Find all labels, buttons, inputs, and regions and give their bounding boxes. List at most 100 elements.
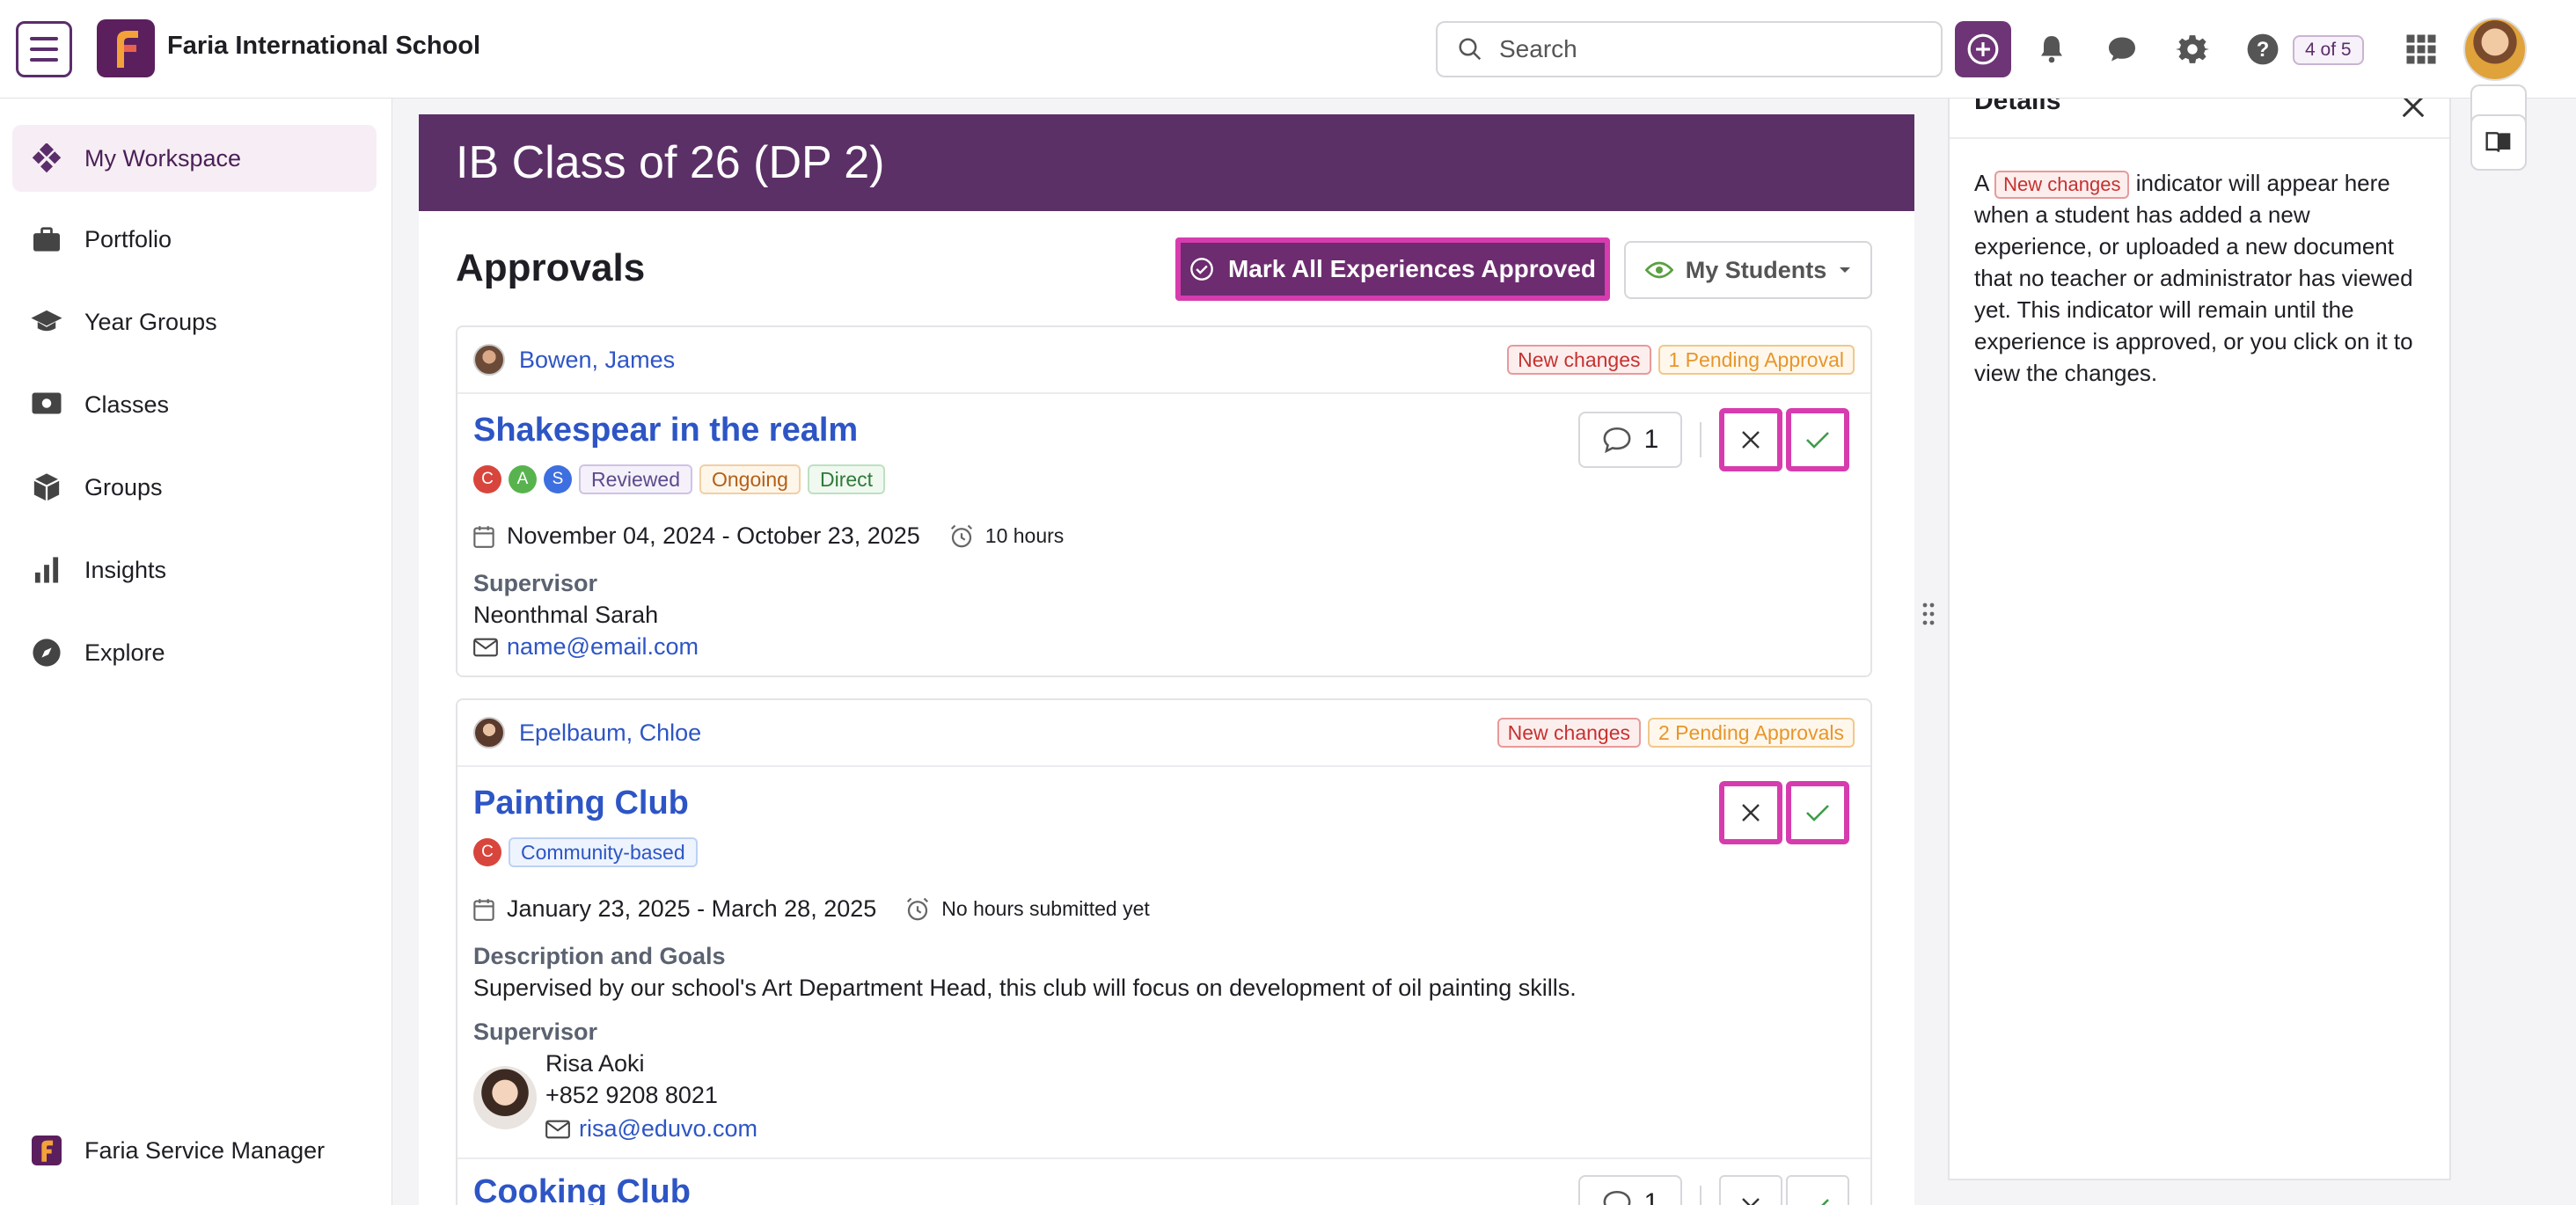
calendar-icon bbox=[473, 898, 494, 921]
comments-button[interactable]: 1 bbox=[1578, 412, 1682, 468]
comments-button[interactable]: 1 bbox=[1578, 1175, 1682, 1205]
page-counter[interactable]: 4 of 5 bbox=[2293, 35, 2364, 65]
reject-button[interactable] bbox=[1719, 781, 1782, 844]
plus-circle-icon bbox=[1967, 33, 1999, 65]
supervisor-email[interactable]: risa@eduvo.com bbox=[545, 1115, 757, 1143]
sidebar-item-label: My Workspace bbox=[84, 144, 242, 172]
panel-resize-handle[interactable] bbox=[1921, 602, 1936, 626]
gear-icon bbox=[2176, 35, 2209, 63]
email-link[interactable]: risa@eduvo.com bbox=[579, 1115, 757, 1143]
alarm-clock-icon bbox=[907, 897, 929, 920]
mail-icon bbox=[545, 1120, 570, 1138]
details-panel: Details A New changes indicator will app… bbox=[1948, 99, 2451, 1180]
sidebar-footer-label: Faria Service Manager bbox=[84, 1136, 326, 1164]
mark-all-label: Mark All Experiences Approved bbox=[1227, 255, 1597, 282]
mail-icon bbox=[473, 638, 498, 656]
faria-logo[interactable] bbox=[97, 19, 155, 77]
divider bbox=[1700, 422, 1701, 457]
workspace-icon bbox=[30, 142, 63, 175]
search-input[interactable]: Search bbox=[1436, 21, 1943, 77]
divider bbox=[1700, 1186, 1701, 1205]
reject-button[interactable] bbox=[1719, 1175, 1782, 1205]
creativity-dot: C bbox=[473, 838, 501, 866]
guide-book-button[interactable] bbox=[2470, 114, 2527, 171]
faria-small-logo bbox=[30, 1134, 63, 1167]
sidebar-item-label: Year Groups bbox=[84, 308, 217, 335]
sidebar-item-label: Insights bbox=[84, 556, 167, 583]
experience-tags: C A S Reviewed Ongoing Direct bbox=[473, 464, 886, 494]
sidebar-item-classes[interactable]: Classes bbox=[12, 371, 377, 438]
date-row: January 23, 2025 - March 28, 2025 No hou… bbox=[473, 895, 1150, 923]
top-bar: Faria International School Search ? 4 of… bbox=[0, 0, 2576, 99]
help-button[interactable]: ? bbox=[2240, 26, 2286, 72]
messages-button[interactable] bbox=[2099, 26, 2145, 72]
details-text: A New changes indicator will appear here… bbox=[1974, 167, 2432, 389]
chat-bubble-icon bbox=[2109, 37, 2135, 62]
sidebar-footer-service-manager[interactable]: Faria Service Manager bbox=[12, 1117, 377, 1184]
notifications-button[interactable] bbox=[2029, 26, 2075, 72]
mark-all-approved-button[interactable]: Mark All Experiences Approved bbox=[1175, 237, 1610, 301]
check-icon bbox=[1821, 1199, 1829, 1205]
experience-tags: C Community-based bbox=[473, 837, 698, 867]
comment-count: 1 bbox=[1643, 425, 1659, 454]
card-header: Epelbaum, Chloe New changes 2 Pending Ap… bbox=[457, 700, 1870, 767]
check-icon bbox=[1806, 805, 1829, 822]
add-button[interactable] bbox=[1955, 21, 2011, 77]
sidebar-item-explore[interactable]: Explore bbox=[12, 619, 377, 686]
type-tag: Direct bbox=[807, 464, 886, 494]
check-circle-icon bbox=[1190, 258, 1213, 281]
details-title: Details bbox=[1974, 99, 2061, 115]
bell-icon bbox=[2041, 36, 2062, 63]
approval-card: Bowen, James New changes 1 Pending Appro… bbox=[456, 325, 1872, 677]
experience-title-link[interactable]: Shakespear in the realm bbox=[473, 412, 858, 449]
sidebar-item-my-workspace[interactable]: My Workspace bbox=[12, 125, 377, 192]
student-avatar bbox=[473, 717, 505, 749]
menu-icon-line bbox=[30, 58, 58, 62]
creativity-dot: C bbox=[473, 465, 501, 493]
date-row: November 04, 2024 - October 23, 2025 10 … bbox=[473, 522, 1064, 550]
student-name-link[interactable]: Bowen, James bbox=[519, 347, 675, 374]
alarm-clock-icon bbox=[950, 524, 972, 547]
student-name-link[interactable]: Epelbaum, Chloe bbox=[519, 719, 701, 747]
user-avatar[interactable] bbox=[2463, 18, 2527, 81]
comment-icon bbox=[1603, 427, 1631, 454]
classes-icon bbox=[30, 388, 63, 421]
comment-count: 1 bbox=[1643, 1188, 1659, 1205]
school-name: Faria International School bbox=[167, 32, 481, 60]
close-icon bbox=[1742, 431, 1760, 449]
pending-approval-badge: 2 Pending Approvals bbox=[1648, 718, 1855, 748]
book-icon bbox=[2485, 132, 2511, 152]
sidebar-item-groups[interactable]: Groups bbox=[12, 454, 377, 521]
close-icon bbox=[2402, 99, 2425, 118]
new-changes-badge[interactable]: New changes bbox=[1507, 345, 1651, 375]
menu-button[interactable] bbox=[16, 21, 72, 77]
close-icon bbox=[1742, 804, 1760, 822]
student-avatar bbox=[473, 344, 505, 376]
sidebar-item-portfolio[interactable]: Portfolio bbox=[12, 206, 377, 273]
section-title: Approvals bbox=[456, 246, 646, 289]
new-changes-badge[interactable]: New changes bbox=[1497, 718, 1641, 748]
approve-button[interactable] bbox=[1786, 781, 1849, 844]
apps-button[interactable] bbox=[2398, 26, 2444, 72]
experience-title-link[interactable]: Cooking Club bbox=[473, 1173, 691, 1205]
calendar-icon bbox=[473, 525, 494, 548]
close-details-button[interactable] bbox=[2400, 99, 2426, 124]
experience-title-link[interactable]: Painting Club bbox=[473, 785, 689, 822]
approve-button[interactable] bbox=[1786, 408, 1849, 471]
close-icon bbox=[1742, 1198, 1760, 1205]
bar-chart-icon bbox=[30, 553, 63, 587]
apps-grid-icon bbox=[2406, 34, 2436, 64]
settings-button[interactable] bbox=[2170, 26, 2215, 72]
reject-button[interactable] bbox=[1719, 408, 1782, 471]
supervisor-email[interactable]: name@email.com bbox=[473, 633, 699, 661]
approve-button[interactable] bbox=[1786, 1175, 1849, 1205]
date-range: November 04, 2024 - October 23, 2025 bbox=[507, 522, 920, 549]
email-link[interactable]: name@email.com bbox=[507, 633, 699, 661]
compass-icon bbox=[30, 636, 63, 669]
sidebar: My Workspace Portfolio Year Groups Class… bbox=[0, 99, 392, 1205]
sidebar-item-year-groups[interactable]: Year Groups bbox=[12, 288, 377, 355]
students-filter-dropdown[interactable]: My Students bbox=[1624, 241, 1872, 299]
pending-approval-badge: 1 Pending Approval bbox=[1658, 345, 1855, 375]
help-icon: ? bbox=[2247, 33, 2279, 65]
sidebar-item-insights[interactable]: Insights bbox=[12, 537, 377, 603]
